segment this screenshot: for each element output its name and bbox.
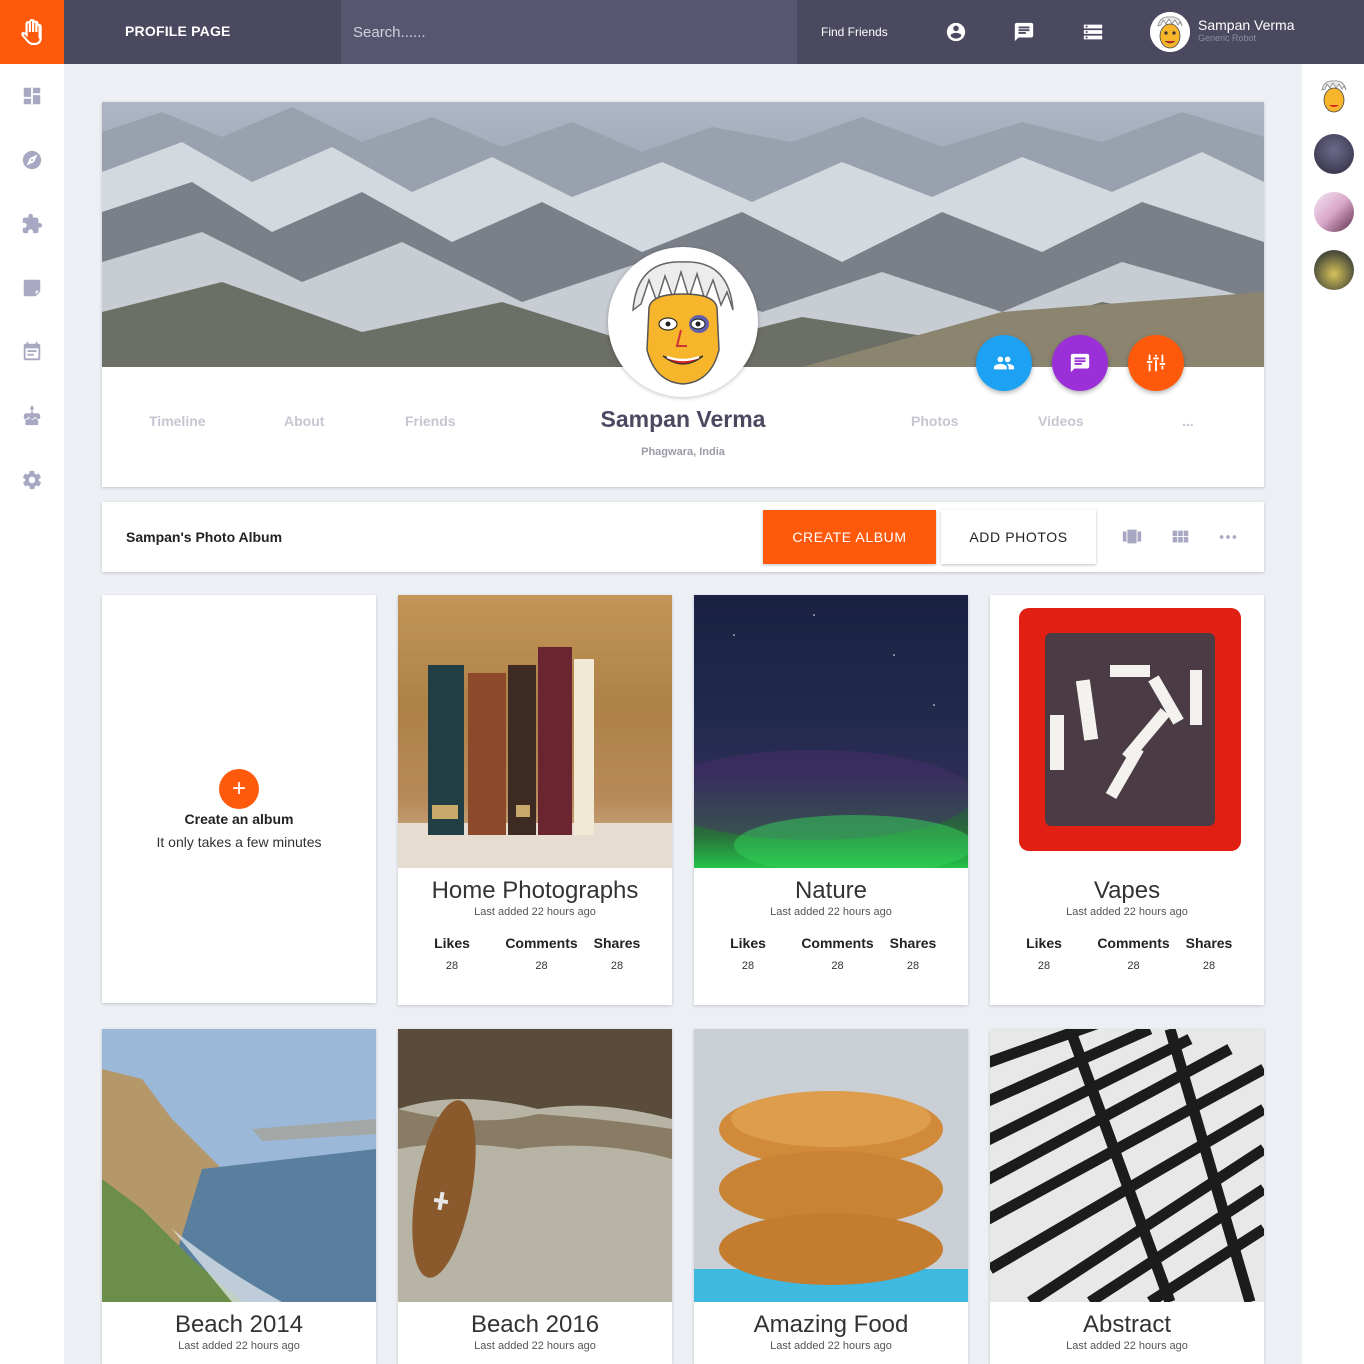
carousel-view-icon[interactable] xyxy=(1120,525,1144,549)
album-updated: Last added 22 hours ago xyxy=(474,1340,596,1352)
add-photos-button[interactable]: ADD PHOTOS xyxy=(941,510,1096,564)
album-cover-image[interactable] xyxy=(102,1029,376,1302)
album-card[interactable]: Amazing Food Last added 22 hours ago xyxy=(694,1029,968,1364)
people-icon xyxy=(993,356,1015,370)
likes-count: 28 xyxy=(741,960,755,972)
settings-fab-button[interactable] xyxy=(1128,335,1184,391)
album-cover-image[interactable] xyxy=(694,595,968,868)
album-section-title: Sampan's Photo Album xyxy=(126,529,283,545)
profile-avatar[interactable] xyxy=(608,247,758,397)
chat-icon[interactable] xyxy=(1012,20,1036,44)
album-title[interactable]: Vapes xyxy=(990,877,1264,905)
calendar-icon[interactable] xyxy=(20,340,44,364)
album-title[interactable]: Nature xyxy=(694,877,968,905)
album-updated: Last added 22 hours ago xyxy=(474,906,596,918)
friend-avatar[interactable] xyxy=(1314,192,1354,232)
shares-label: Shares xyxy=(889,935,937,951)
shares-count: 28 xyxy=(906,960,920,972)
album-updated: Last added 22 hours ago xyxy=(770,906,892,918)
left-sidebar xyxy=(0,64,64,1364)
user-subtitle: Generic Robot xyxy=(1198,33,1257,43)
album-title[interactable]: Amazing Food xyxy=(694,1311,968,1339)
album-card[interactable]: Nature Last added 22 hours ago Likes Com… xyxy=(694,595,968,1005)
comments-label: Comments xyxy=(801,935,874,951)
comments-count: 28 xyxy=(535,960,548,972)
comments-count: 28 xyxy=(1127,960,1140,972)
profile-location: Phagwara, India xyxy=(641,446,725,458)
find-friends-link[interactable]: Find Friends xyxy=(821,25,888,39)
likes-count: 28 xyxy=(445,960,459,972)
puzzle-icon[interactable] xyxy=(20,212,44,236)
account-circle-icon[interactable] xyxy=(944,20,968,44)
album-card[interactable]: Abstract Last added 22 hours ago xyxy=(990,1029,1264,1364)
shares-count: 28 xyxy=(610,960,624,972)
grid-view-icon[interactable] xyxy=(1168,525,1192,549)
album-cover-image[interactable] xyxy=(990,595,1264,868)
settings-icon[interactable] xyxy=(20,468,44,492)
create-album-title: Create an album xyxy=(184,811,294,827)
album-cover-image[interactable] xyxy=(694,1029,968,1302)
friend-avatar[interactable] xyxy=(1314,134,1354,174)
equalizer-icon xyxy=(1146,354,1166,372)
album-card[interactable]: Home Photographs Last added 22 hours ago… xyxy=(398,595,672,1005)
album-cover-image[interactable] xyxy=(398,1029,672,1302)
user-avatar[interactable] xyxy=(1150,12,1190,52)
likes-label: Likes xyxy=(730,935,766,951)
likes-label: Likes xyxy=(1026,935,1062,951)
album-cover-image[interactable] xyxy=(990,1029,1264,1302)
album-toolbar: Sampan's Photo Album CREATE ALBUM ADD PH… xyxy=(102,502,1264,572)
comments-count: 28 xyxy=(831,960,844,972)
more-horizontal-icon[interactable] xyxy=(1216,525,1240,549)
album-title[interactable]: Beach 2016 xyxy=(398,1311,672,1339)
album-title[interactable]: Beach 2014 xyxy=(102,1311,376,1339)
right-sidebar-friends xyxy=(1302,64,1364,1364)
friends-fab-button[interactable] xyxy=(976,335,1032,391)
album-title[interactable]: Home Photographs xyxy=(398,877,672,905)
friend-avatar[interactable] xyxy=(1314,76,1354,116)
top-bar: PROFILE PAGE Find Friends Sampan Verma G… xyxy=(0,0,1364,64)
album-title[interactable]: Abstract xyxy=(990,1311,1264,1339)
friend-avatar[interactable] xyxy=(1314,250,1354,290)
album-card[interactable]: Beach 2016 Last added 22 hours ago xyxy=(398,1029,672,1364)
message-icon xyxy=(1070,353,1090,373)
profile-card: Timeline About Friends Photos Videos ...… xyxy=(102,102,1264,487)
shares-label: Shares xyxy=(593,935,641,951)
compass-icon[interactable] xyxy=(20,148,44,172)
comments-label: Comments xyxy=(505,935,578,951)
user-name[interactable]: Sampan Verma xyxy=(1198,17,1295,33)
create-album-card[interactable]: + Create an album It only takes a few mi… xyxy=(102,595,376,1003)
cake-icon[interactable] xyxy=(20,404,44,428)
message-fab-button[interactable] xyxy=(1052,335,1108,391)
add-icon[interactable]: + xyxy=(219,769,259,809)
album-updated: Last added 22 hours ago xyxy=(1066,1340,1188,1352)
search-input[interactable] xyxy=(341,0,797,64)
comments-label: Comments xyxy=(1097,935,1170,951)
create-album-button[interactable]: CREATE ALBUM xyxy=(763,510,936,564)
label-icon[interactable] xyxy=(20,276,44,300)
storage-icon[interactable] xyxy=(1081,20,1105,44)
album-cover-image[interactable] xyxy=(398,595,672,868)
shares-label: Shares xyxy=(1185,935,1233,951)
dashboard-icon[interactable] xyxy=(20,84,44,108)
album-updated: Last added 22 hours ago xyxy=(178,1340,300,1352)
profile-name: Sampan Verma xyxy=(600,406,766,432)
page-title: PROFILE PAGE xyxy=(125,23,231,39)
album-card[interactable]: Vapes Last added 22 hours ago Likes Comm… xyxy=(990,595,1264,1005)
shares-count: 28 xyxy=(1202,960,1216,972)
logo-hand-icon[interactable] xyxy=(0,0,64,64)
likes-label: Likes xyxy=(434,935,470,951)
likes-count: 28 xyxy=(1037,960,1051,972)
album-card[interactable]: Beach 2014 Last added 22 hours ago xyxy=(102,1029,376,1364)
album-updated: Last added 22 hours ago xyxy=(1066,906,1188,918)
create-album-subtitle: It only takes a few minutes xyxy=(156,834,322,850)
album-updated: Last added 22 hours ago xyxy=(770,1340,892,1352)
